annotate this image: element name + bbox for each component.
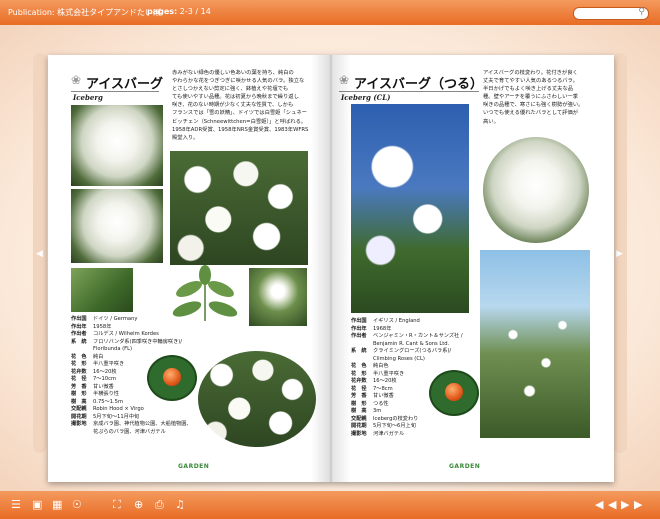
photo-rose-bloom	[71, 105, 163, 186]
spec-row: 作出年 1958年	[71, 323, 112, 330]
description-left: 赤みがない緑色の優しい色あいの葉を持ち、純白の やわらかな花をつぎつぎに咲かせる…	[172, 70, 309, 141]
photo-climbing-rose	[351, 104, 469, 313]
title-divider	[339, 91, 479, 92]
photo-rose-hedge	[480, 250, 590, 438]
left-page[interactable]: ❀ アイスバーグ Iceberg 赤みがない緑色の優しい色あいの葉を持ち、純白の…	[48, 55, 331, 482]
chevron-right-icon: ▶	[616, 249, 623, 259]
photo-rose-closeup	[483, 137, 589, 243]
photo-rose-bush	[170, 151, 308, 265]
next-page-button[interactable]: ▶	[613, 53, 627, 453]
fullscreen-icon[interactable]: ⛶	[113, 499, 121, 511]
pages-label: pages:	[147, 7, 178, 16]
search-input[interactable]: ⚲	[573, 7, 649, 20]
rose-emblem-icon: ❀	[71, 73, 82, 87]
page-title-left: アイスバーグ	[86, 77, 163, 92]
spec-row: 作出国 イギリス / England	[351, 318, 420, 324]
spec-row: 作出者 コルデス / Wilhelm Kordes	[71, 331, 159, 337]
thumbnails-icon[interactable]: ▦	[52, 499, 62, 511]
spec-row: 開花期 5月下旬〜6月上旬	[351, 423, 416, 429]
zoom-in-icon[interactable]: ⊕	[134, 499, 143, 511]
single-page-icon[interactable]: ▣	[32, 499, 42, 511]
right-page[interactable]: ❀ アイスバーグ（つる） Iceberg (CL) アイスバーグの枝変わり。花付…	[331, 55, 614, 482]
page-subtitle-right: Iceberg (CL)	[341, 93, 391, 102]
open-book[interactable]: ❀ アイスバーグ Iceberg 赤みがない緑色の優しい色あいの葉を持ち、純白の…	[48, 55, 614, 482]
rose-hip-photo	[147, 355, 197, 401]
description-right: アイスバーグの枝変わり。花付きが良く 丈夫で育てやすい人気のあるつるバラ。 半日…	[483, 70, 584, 125]
spec-row: 撮影地 河津バガテル	[351, 430, 405, 437]
publication-title: Publication: 株式会社タイプアンドたいぼ	[8, 8, 161, 17]
spec-row: 開花期 5月下旬〜11月中旬	[71, 413, 140, 420]
spec-row: 樹 高 0.75〜1.5m	[71, 398, 124, 405]
page-indicator: pages: 2-3 / 14	[147, 7, 211, 16]
spec-row: 作出年 1968年	[351, 325, 392, 332]
next-page-icon[interactable]: ▶	[621, 499, 629, 511]
bottom-toolbar: ☰ ▣ ▦ ☉ ⛶ ⊕ ⎙ ♫ ◀ ◀ ▶ ▶	[0, 491, 660, 519]
share-icon[interactable]: ☉	[72, 499, 82, 511]
top-toolbar: Publication: 株式会社タイプアンドたいぼ pages: 2-3 / …	[0, 0, 660, 25]
spec-row: 作出国 ドイツ / Germany	[71, 316, 138, 322]
chevron-left-icon: ◀	[36, 249, 43, 259]
photo-rose-bloom-2	[71, 189, 163, 263]
photo-rose-bud	[249, 268, 307, 326]
pages-value: 2-3 / 14	[179, 7, 211, 16]
photo-rose-cluster	[198, 351, 316, 447]
sound-icon[interactable]: ♫	[175, 499, 185, 511]
last-page-icon[interactable]: ▶	[634, 499, 642, 511]
garden-logo: GARDEN	[178, 463, 210, 470]
spec-row: 作出者 ベンジャミン・R・カント＆サンズ社 /	[351, 333, 463, 339]
spec-row: Benjamin R. Cant & Sons Ltd.	[373, 340, 450, 347]
table-of-contents-icon[interactable]: ☰	[11, 499, 21, 511]
spec-row: 花ぷらのバラ園、河津バガテル	[93, 428, 166, 435]
rose-emblem-icon: ❀	[339, 73, 350, 87]
garden-logo: GARDEN	[449, 463, 481, 470]
spec-row: 交配親 Robin Hood × Virgo	[71, 406, 144, 412]
page-subtitle-left: Iceberg	[73, 93, 103, 102]
rose-hip-photo	[429, 370, 479, 416]
spec-row: Floribunda (FL)	[93, 346, 133, 352]
reader-stage: ◀ ▶ ❀ アイスバーグ Iceberg 赤みがない緑色の優しい色あいの葉を持ち…	[0, 25, 660, 491]
first-page-icon[interactable]: ◀	[595, 499, 603, 511]
title-divider	[71, 91, 159, 92]
spec-row: 系 統フロリバンダ系(四季咲き中輪房咲き)/	[71, 338, 183, 345]
spec-row: 系 統クライミングローズ(つるバラ系)/	[351, 348, 452, 354]
search-icon[interactable]: ⚲	[638, 7, 645, 17]
spec-row: 交配親 Icebergの枝変わり	[351, 415, 419, 422]
page-title-right: アイスバーグ（つる）	[354, 77, 483, 92]
spec-row: 撮影地 京成バラ園、神代植物公園、大船植物園、	[71, 421, 192, 427]
spec-row: Climbing Roses (CL)	[373, 355, 425, 362]
prev-page-button[interactable]: ◀	[33, 53, 47, 453]
photo-leaves	[71, 268, 133, 312]
prev-page-icon[interactable]: ◀	[608, 499, 616, 511]
print-icon[interactable]: ⎙	[155, 499, 164, 511]
